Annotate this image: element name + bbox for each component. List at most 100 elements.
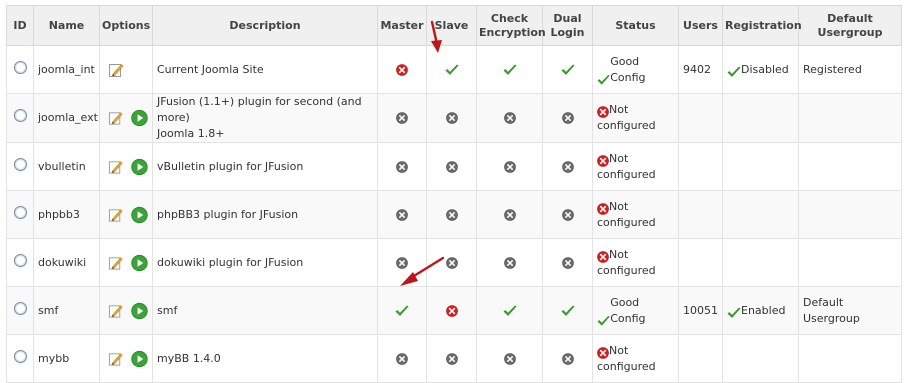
master-disabled-icon[interactable] [396, 112, 408, 124]
registration-status: Disabled [741, 62, 789, 76]
dual-login-disabled-icon[interactable] [562, 161, 574, 173]
plugin-name: joomla_int [38, 62, 95, 76]
col-slave: Slave [426, 5, 477, 46]
row-select-radio[interactable] [13, 205, 27, 219]
plugin-description: vBulletin plugin for JFusion [157, 159, 304, 173]
status-check-icon[interactable] [597, 315, 610, 327]
row-select-radio[interactable] [13, 253, 27, 267]
master-error-icon[interactable] [396, 64, 408, 76]
edit-icon[interactable] [108, 110, 123, 126]
plugin-name: phpbb3 [38, 207, 80, 221]
default-usergroup: Registered [803, 62, 862, 76]
slave-disabled-icon[interactable] [446, 161, 458, 173]
default-usergroup: Default [803, 295, 844, 309]
play-icon[interactable] [131, 254, 148, 272]
status-text: Not [609, 247, 629, 261]
registration-status: Enabled [741, 303, 786, 317]
status-error-icon[interactable] [597, 251, 609, 263]
table-row: mybb myBB 1.4.0 Not configured [6, 334, 902, 383]
plugin-description: dokuwiki plugin for JFusion [157, 255, 304, 269]
master-check-icon[interactable] [395, 305, 409, 317]
user-count: 9402 [683, 62, 711, 76]
plugin-description: Current Joomla Site [157, 62, 264, 76]
dual-login-check-icon[interactable] [561, 305, 575, 317]
master-disabled-icon[interactable] [396, 257, 408, 269]
status-text: Not [609, 199, 629, 213]
edit-icon[interactable] [108, 207, 123, 223]
dual-login-disabled-icon[interactable] [562, 209, 574, 221]
encryption-disabled-icon[interactable] [504, 161, 516, 173]
status-error-icon[interactable] [597, 155, 609, 167]
slave-disabled-icon[interactable] [446, 257, 458, 269]
col-dual-login: Dual Login [542, 5, 593, 46]
play-icon[interactable] [131, 109, 148, 127]
default-usergroup-line2: Usergroup [803, 311, 860, 325]
status-cell: Not configured [592, 93, 679, 143]
plugin-name: smf [38, 303, 59, 317]
row-select-radio[interactable] [13, 60, 27, 74]
encryption-disabled-icon[interactable] [504, 257, 516, 269]
master-disabled-icon[interactable] [396, 209, 408, 221]
edit-icon[interactable] [108, 62, 124, 78]
encryption-check-icon[interactable] [503, 305, 517, 317]
status-cell: Not configured [592, 190, 679, 239]
dual-login-disabled-icon[interactable] [562, 257, 574, 269]
status-cell: Good Config [592, 286, 679, 335]
plugin-name: joomla_ext [38, 111, 98, 124]
col-registration: Registration [722, 5, 802, 46]
encryption-disabled-icon[interactable] [504, 209, 516, 221]
table-row: phpbb3 phpBB3 plugin for JFusion Not conf… [6, 190, 902, 239]
master-disabled-icon[interactable] [396, 161, 408, 173]
plugin-description: smf [157, 303, 178, 317]
row-select-radio[interactable] [13, 301, 27, 315]
encryption-disabled-icon[interactable] [504, 353, 516, 365]
col-status: Status [592, 5, 679, 46]
status-check-icon[interactable] [597, 74, 610, 86]
status-error-icon[interactable] [597, 347, 609, 359]
registration-check-icon[interactable] [727, 307, 741, 319]
col-name[interactable]: Name [33, 5, 100, 46]
play-icon[interactable] [131, 206, 148, 224]
user-count: 10051 [683, 303, 718, 317]
slave-error-icon[interactable] [446, 305, 458, 317]
plugin-table: ID Name Options Description Master Slave… [6, 5, 902, 383]
edit-icon[interactable] [108, 159, 123, 175]
plugin-description: JFusion (1.1+) plugin for second (and mo… [157, 95, 362, 124]
col-users: Users [678, 5, 723, 46]
edit-icon[interactable] [108, 351, 123, 367]
table-row: joomla_ext JFusion (1.1+) plugin for sec… [6, 93, 902, 143]
table-row: dokuwiki dokuwiki plugin for JFusion Not… [6, 238, 902, 287]
row-select-radio[interactable] [13, 349, 27, 363]
play-icon[interactable] [131, 158, 148, 176]
encryption-disabled-icon[interactable] [504, 112, 516, 124]
edit-icon[interactable] [108, 303, 123, 319]
row-select-radio[interactable] [13, 157, 27, 171]
plugin-name: mybb [38, 351, 70, 365]
dual-login-check-icon[interactable] [561, 64, 575, 76]
table-row: smf smf Good Config 10051 Enabled Defaul… [6, 286, 902, 335]
slave-disabled-icon[interactable] [446, 209, 458, 221]
slave-check-icon[interactable] [445, 64, 459, 76]
status-text-line2: configured [597, 359, 656, 373]
status-cell: Good Config [592, 45, 679, 94]
status-error-icon[interactable] [597, 106, 609, 118]
status-error-icon[interactable] [597, 203, 609, 215]
registration-check-icon[interactable] [727, 66, 741, 78]
slave-disabled-icon[interactable] [446, 112, 458, 124]
master-disabled-icon[interactable] [396, 353, 408, 365]
status-text: Good Config [610, 54, 646, 84]
status-text-line2: configured [597, 167, 656, 181]
col-id[interactable]: ID [6, 5, 34, 46]
slave-disabled-icon[interactable] [446, 353, 458, 365]
plugin-description: phpBB3 plugin for JFusion [157, 207, 299, 221]
play-icon[interactable] [131, 302, 148, 320]
dual-login-disabled-icon[interactable] [562, 353, 574, 365]
encryption-check-icon[interactable] [503, 64, 517, 76]
edit-icon[interactable] [108, 255, 123, 271]
status-text: Good Config [610, 295, 646, 325]
status-cell: Not configured [592, 334, 679, 383]
plugin-name: dokuwiki [38, 255, 87, 269]
dual-login-disabled-icon[interactable] [562, 112, 574, 124]
row-select-radio[interactable] [13, 109, 27, 122]
col-default-usergroup: Default Usergroup [798, 5, 902, 46]
